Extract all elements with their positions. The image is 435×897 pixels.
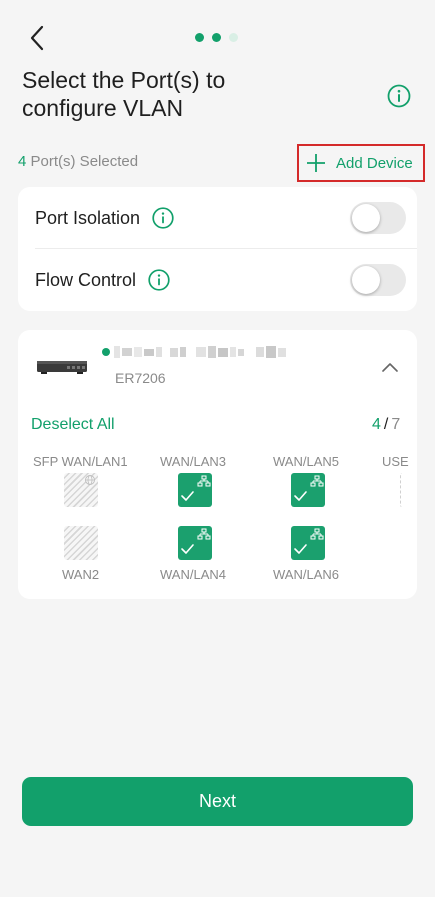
port-selected-icon <box>181 475 211 501</box>
next-button[interactable]: Next <box>22 777 413 826</box>
port-label: WAN2 <box>62 567 100 582</box>
port-label: WAN/LAN3 <box>160 454 226 469</box>
online-status-dot <box>102 348 110 356</box>
port-label: SFP WAN/LAN1 <box>33 454 128 469</box>
page-title: Select the Port(s) to configure VLAN <box>22 66 322 122</box>
back-chevron-icon[interactable] <box>26 24 50 52</box>
ratio-separator: / <box>383 416 389 433</box>
info-icon[interactable] <box>387 84 411 108</box>
port-label: WAN/LAN6 <box>273 567 339 582</box>
step-dot-1 <box>195 33 204 42</box>
toggle-knob <box>352 266 380 294</box>
ports-selected-summary: 4 Port(s) Selected <box>18 153 138 170</box>
plus-icon <box>307 154 325 172</box>
port-wan2[interactable] <box>64 526 98 560</box>
step-dot-3 <box>229 33 238 42</box>
port-wan-lan4[interactable] <box>178 526 212 560</box>
page-title-line-1: Select the Port(s) to <box>22 67 226 93</box>
toggle-knob <box>352 204 380 232</box>
page-title-line-2: configure VLAN <box>22 95 184 121</box>
port-sfp-wan-lan1[interactable] <box>64 473 98 507</box>
port-selected-icon <box>294 475 324 501</box>
step-dot-2 <box>212 33 221 42</box>
selected-label: Port(s) Selected <box>30 153 139 170</box>
port-isolation-label: Port Isolation <box>35 207 141 228</box>
port-isolation-row: Port Isolation <box>18 187 417 249</box>
port-selected-icon <box>294 528 324 554</box>
port-selected-icon <box>181 528 211 554</box>
device-model: ER7206 <box>115 370 166 386</box>
step-indicator <box>195 33 238 42</box>
settings-card: Port Isolation Flow Control <box>18 187 417 311</box>
port-usb[interactable] <box>400 473 404 507</box>
device-card: ER7206 Deselect All 4/7 SFP WAN/LAN1 WAN… <box>18 330 417 599</box>
port-wan-lan3[interactable] <box>178 473 212 507</box>
port-isolation-toggle[interactable] <box>350 202 406 234</box>
port-selection-ratio: 4/7 <box>372 416 400 434</box>
add-device-label: Add Device <box>336 154 413 172</box>
port-label: USE <box>382 454 409 469</box>
chevron-up-icon[interactable] <box>382 361 398 373</box>
flow-control-row: Flow Control <box>18 249 417 311</box>
flow-control-toggle[interactable] <box>350 264 406 296</box>
router-icon <box>37 361 87 374</box>
selected-count: 4 <box>18 153 27 170</box>
port-label: WAN/LAN4 <box>160 567 226 582</box>
device-name-redacted <box>114 346 286 358</box>
ratio-selected: 4 <box>372 416 381 433</box>
globe-icon <box>85 475 95 485</box>
flow-control-label: Flow Control <box>35 269 137 290</box>
add-device-button[interactable]: Add Device <box>297 144 425 182</box>
info-icon[interactable] <box>148 269 170 291</box>
ratio-total: 7 <box>391 416 401 433</box>
port-wan-lan5[interactable] <box>291 473 325 507</box>
port-wan-lan6[interactable] <box>291 526 325 560</box>
deselect-all-button[interactable]: Deselect All <box>31 416 115 434</box>
port-label: WAN/LAN5 <box>273 454 339 469</box>
info-icon[interactable] <box>152 207 174 229</box>
